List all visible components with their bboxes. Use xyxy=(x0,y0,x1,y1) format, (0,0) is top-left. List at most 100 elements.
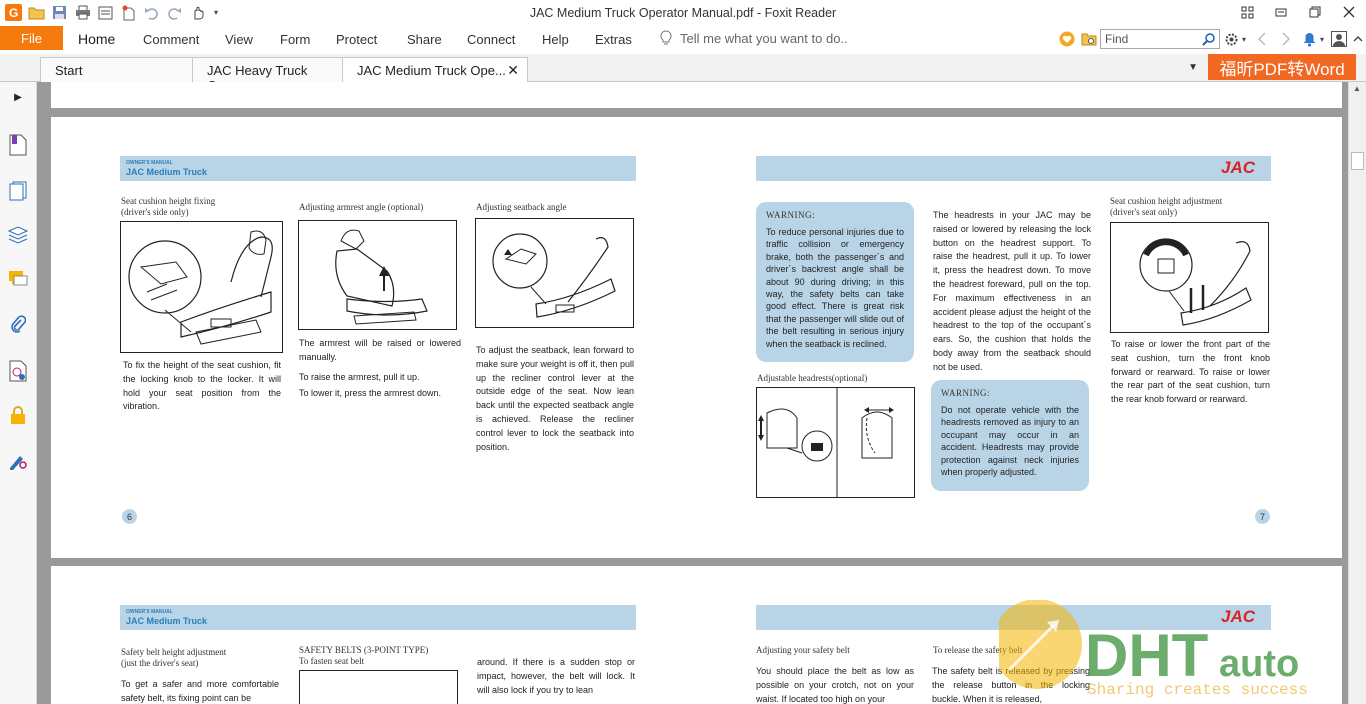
bookmarks-icon[interactable] xyxy=(7,134,29,156)
tab-protect[interactable]: Protect xyxy=(336,32,377,47)
tell-me-box[interactable]: Tell me what you want to do.. xyxy=(660,30,848,46)
nav-forward-icon[interactable] xyxy=(1274,32,1298,46)
signatures-icon[interactable] xyxy=(7,360,29,382)
manual-header-bar: OWNER'S MANUAL JAC Medium Truck xyxy=(120,605,636,630)
digital-ids-icon[interactable] xyxy=(7,450,29,472)
comments-icon[interactable] xyxy=(7,268,29,290)
jac-logo: JAC xyxy=(1220,158,1255,177)
previous-page-edge xyxy=(51,82,1342,108)
seatback-angle-text: To adjust the seatback, lean forward to … xyxy=(476,345,634,452)
tab-extras[interactable]: Extras xyxy=(595,32,632,47)
figure-caption: Seat cushion height adjustment (driver's… xyxy=(1110,196,1270,218)
pdf-to-word-promo[interactable]: 福昕PDF转Word xyxy=(1208,54,1356,80)
gear-icon[interactable] xyxy=(1220,32,1242,47)
search-icon[interactable] xyxy=(1202,32,1216,49)
ribbon-right-tools: Find ▾ ▾ xyxy=(1056,26,1366,52)
warning-title: WARNING: xyxy=(941,388,990,398)
warning-text: To reduce personal injuries due to traff… xyxy=(766,227,904,349)
title-bar: G ▾ JAC Medium Truck Operator Manual.pdf… xyxy=(0,0,1366,26)
lightbulb-icon xyxy=(660,30,672,45)
header-small-label: OWNER'S MANUAL xyxy=(126,609,173,615)
header-title: JAC Medium Truck xyxy=(126,616,208,626)
tab-form[interactable]: Form xyxy=(280,32,310,47)
like-heart-icon[interactable] xyxy=(1056,31,1078,47)
find-input[interactable]: Find xyxy=(1100,29,1220,49)
scrollbar-thumb[interactable] xyxy=(1351,152,1364,170)
seatback-angle-figure xyxy=(475,218,634,328)
caption-line: To fasten seat belt xyxy=(299,656,365,666)
adjust-safety-belt-text: You should place the belt as low as poss… xyxy=(756,666,914,704)
left-navigation-pane: ▶ xyxy=(0,82,37,704)
safety-belt-height-text: To get a safer and more comfortable safe… xyxy=(121,679,279,703)
seat-cushion-adjust-text: To raise or lower the front part of the … xyxy=(1111,339,1270,405)
armrest-angle-figure xyxy=(298,220,457,330)
expand-pane-icon[interactable]: ▶ xyxy=(7,86,29,108)
tab-start[interactable]: Start xyxy=(40,57,195,82)
seat-belt-lock-text: around. If there is a sudden stop or imp… xyxy=(477,657,635,695)
caption-line: SAFETY BELTS (3-POINT TYPE) xyxy=(299,645,429,655)
headrest-text: The headrests in your JAC may be raised … xyxy=(933,210,1091,372)
tab-jac-medium-truck[interactable]: JAC Medium Truck Ope... ✕ xyxy=(342,57,528,83)
close-tab-icon[interactable]: ✕ xyxy=(507,62,519,79)
vertical-scrollbar[interactable]: ▲ xyxy=(1348,82,1366,704)
armrest-text-1: The armrest will be raised or lowered ma… xyxy=(299,338,461,362)
nav-back-icon[interactable] xyxy=(1250,32,1274,46)
tab-jac-heavy-truck[interactable]: JAC Heavy Truck Ope... xyxy=(192,57,344,93)
tab-help[interactable]: Help xyxy=(542,32,569,47)
document-viewport[interactable]: OWNER'S MANUAL JAC Medium Truck Seat cus… xyxy=(37,82,1348,704)
caption-line: Safety belt height adjustment xyxy=(121,647,227,657)
warning-text: Do not operate vehicle with the headrest… xyxy=(941,405,1079,478)
page-spread-8-9: OWNER'S MANUAL JAC Medium Truck Safety b… xyxy=(51,566,1342,704)
notification-bell-icon[interactable] xyxy=(1298,32,1320,47)
window-title: JAC Medium Truck Operator Manual.pdf - F… xyxy=(529,6,837,20)
headrest-figure xyxy=(756,387,915,498)
maximize-icon[interactable] xyxy=(1298,0,1332,24)
figure-caption: Adjusting seatback angle xyxy=(476,202,567,212)
tab-connect[interactable]: Connect xyxy=(467,32,515,47)
page-number: 6 xyxy=(122,509,137,524)
window-controls xyxy=(1230,0,1366,24)
header-small-label: OWNER'S MANUAL xyxy=(126,160,173,166)
tab-list-chevron-icon[interactable]: ▼ xyxy=(1188,62,1198,73)
caption-line: (driver's side only) xyxy=(121,207,189,217)
chevron-down-icon[interactable]: ▾ xyxy=(1242,35,1250,44)
search-folder-icon[interactable] xyxy=(1078,32,1100,46)
seat-cushion-adjust-figure xyxy=(1110,222,1269,333)
figure-caption: SAFETY BELTS (3-POINT TYPE) To fasten se… xyxy=(299,645,469,667)
figure-caption: Seat cushion height fixing (driver's sid… xyxy=(121,196,281,218)
tab-comment[interactable]: Comment xyxy=(143,32,199,47)
file-menu-button[interactable]: File xyxy=(0,26,63,50)
minimize-icon[interactable] xyxy=(1264,0,1298,24)
find-placeholder: Find xyxy=(1105,32,1129,46)
layers-icon[interactable] xyxy=(7,224,29,246)
caption-line: (driver's seat only) xyxy=(1110,207,1178,217)
scroll-up-icon[interactable]: ▲ xyxy=(1353,84,1361,93)
security-lock-icon[interactable] xyxy=(7,404,29,426)
caption-line: Seat cushion height fixing xyxy=(121,196,216,206)
close-icon[interactable] xyxy=(1332,0,1366,24)
manual-header-bar: JAC xyxy=(756,605,1271,630)
pages-thumbnail-icon[interactable] xyxy=(7,180,29,202)
figure-caption: Adjustable headrests(optional) xyxy=(757,373,868,383)
tab-home[interactable]: Home xyxy=(78,31,115,47)
armrest-text-3: To lower it, press the armrest down. xyxy=(299,388,442,398)
tab-share[interactable]: Share xyxy=(407,32,442,47)
collapse-ribbon-icon[interactable] xyxy=(1350,35,1366,43)
attachments-icon[interactable] xyxy=(7,314,29,336)
warning-title: WARNING: xyxy=(766,210,815,220)
page-number: 7 xyxy=(1255,509,1270,524)
warning-box: WARNING: To reduce personal injuries due… xyxy=(756,202,914,362)
release-safety-belt-text: The safety belt is released by pressing … xyxy=(932,666,1090,704)
seat-cushion-height-text: To fix the height of the seat cushion, f… xyxy=(123,360,281,412)
user-avatar-icon[interactable] xyxy=(1328,31,1350,47)
caption-line: (just the driver's seat) xyxy=(121,658,199,668)
seat-belt-figure xyxy=(299,670,458,704)
tab-label: Start xyxy=(55,63,83,78)
chevron-down-icon[interactable]: ▾ xyxy=(1320,35,1328,44)
document-tab-bar: Start JAC Heavy Truck Ope... JAC Medium … xyxy=(0,54,1366,93)
figure-caption: Adjusting your safety belt xyxy=(756,645,850,655)
manual-header-bar: JAC xyxy=(756,156,1271,181)
tab-view[interactable]: View xyxy=(225,32,253,47)
restore-layout-icon[interactable] xyxy=(1230,0,1264,24)
header-title: JAC Medium Truck xyxy=(126,167,208,177)
